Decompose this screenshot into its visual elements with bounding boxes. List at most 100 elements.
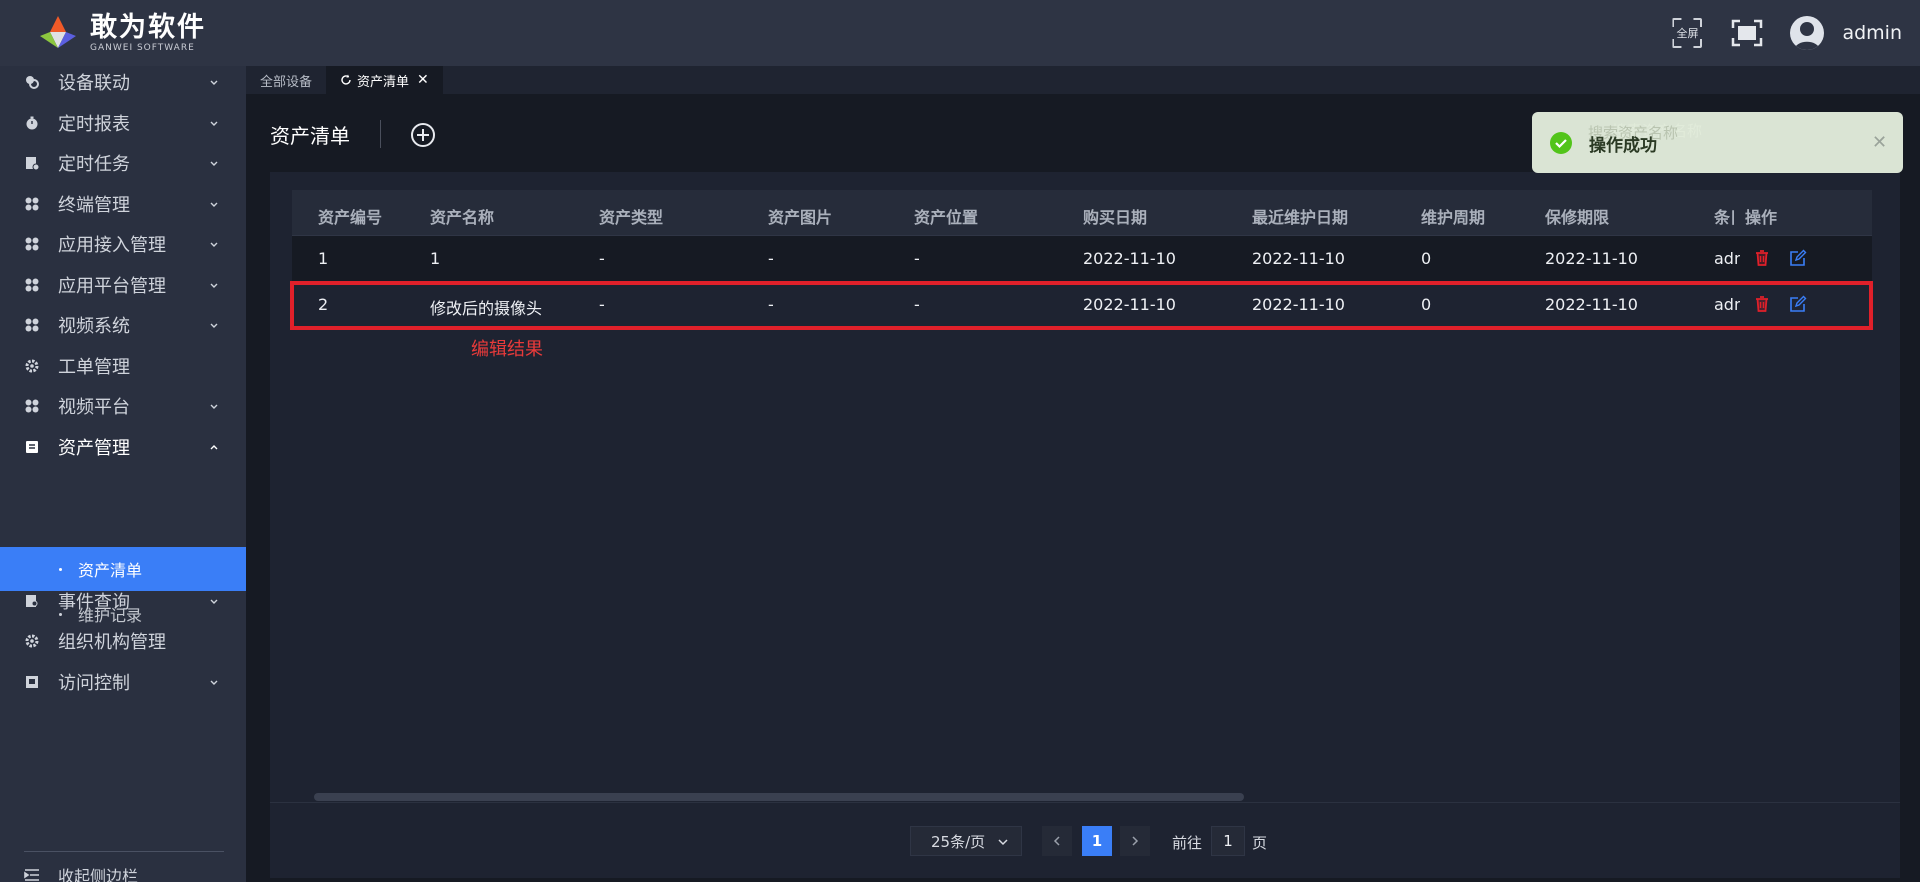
prev-page-button[interactable]: [1042, 826, 1072, 856]
chevron-down-icon: [998, 839, 1008, 846]
refresh-icon[interactable]: [340, 74, 352, 86]
brand-name-en: GANWEI SOFTWARE: [90, 43, 195, 53]
username[interactable]: admin: [1842, 22, 1902, 44]
timer-icon: [24, 115, 40, 131]
sidebar-item-label: 定时任务: [58, 154, 130, 175]
main-content: 资产清单 资产编号 资产名称 资产类型 资产图片 资产位置 购买日期 最近维护日…: [246, 94, 1920, 882]
cell-purchase-date: 2022-11-10: [1083, 295, 1176, 314]
footer-divider: [270, 802, 1900, 803]
cell-entry: admin: [1714, 295, 1740, 314]
cell-warranty: 2022-11-10: [1545, 249, 1638, 268]
gear-icon: [24, 358, 40, 374]
top-bar: 敢为软件 GANWEI SOFTWARE 全屏 admin: [0, 0, 1920, 66]
grid-icon: [24, 277, 40, 293]
chevron-down-icon: [210, 80, 218, 85]
chevron-down-icon: [210, 404, 218, 409]
edit-icon[interactable]: [1789, 295, 1807, 313]
column-header: 资产名称: [430, 208, 495, 227]
cell-entry: admin: [1714, 249, 1740, 268]
fullscreen-text-button[interactable]: 全屏: [1670, 16, 1704, 50]
toast-message: 操作成功: [1589, 136, 1657, 156]
page-size-select[interactable]: 25条/页: [910, 826, 1022, 856]
bullet-dot: [59, 612, 62, 616]
tab-bar: 全部设备 资产清单 ✕: [246, 66, 1920, 94]
cell-purchase-date: 2022-11-10: [1083, 249, 1176, 268]
bullet-dot: [59, 567, 62, 571]
sidebar-subitem-label: 资产清单: [78, 561, 143, 580]
brand-logo: 敢为软件 GANWEI SOFTWARE: [36, 12, 226, 56]
cell-asset-id: 2: [318, 295, 329, 314]
sidebar-subitem-label: 维护记录: [78, 606, 143, 625]
sidebar-item-label: 视频系统: [58, 316, 130, 337]
cell-asset-id: 1: [318, 249, 329, 268]
delete-icon[interactable]: [1753, 249, 1771, 267]
page-number[interactable]: 1: [1082, 826, 1112, 856]
page-size-value: 25条/页: [931, 832, 986, 851]
sidebar-item[interactable]: 访问控制: [0, 658, 246, 706]
close-icon[interactable]: ✕: [417, 72, 429, 88]
next-page-button[interactable]: [1120, 826, 1150, 856]
sidebar-subitem[interactable]: 维护记录: [0, 592, 246, 636]
delete-icon[interactable]: [1753, 295, 1771, 313]
cell-warranty: 2022-11-10: [1545, 295, 1638, 314]
column-header: 保修期限: [1545, 208, 1610, 227]
fullscreen-button[interactable]: [1730, 16, 1764, 50]
success-check-icon: [1550, 132, 1572, 154]
grid-icon: [24, 236, 40, 252]
tab-label: 全部设备: [260, 74, 313, 90]
cell-asset-location: -: [914, 249, 920, 268]
cell-asset-image: -: [768, 249, 774, 268]
close-icon[interactable]: ✕: [1872, 132, 1887, 153]
logo-icon: [40, 16, 76, 48]
grid-icon: [24, 196, 40, 212]
cell-maintenance-cycle: 0: [1421, 295, 1432, 314]
chevron-down-icon: [210, 323, 218, 328]
tab-asset-list[interactable]: 资产清单 ✕: [326, 66, 443, 94]
chevron-down-icon: [210, 121, 218, 126]
chevron-up-icon: [210, 445, 218, 450]
page-unit-label: 页: [1252, 834, 1268, 852]
cell-last-maintenance: 2022-11-10: [1252, 295, 1345, 314]
table-row: 2 修改后的摄像头 - - - 2022-11-10 2022-11-10 0 …: [292, 282, 1872, 328]
brand-name: 敢为软件: [90, 12, 206, 43]
chevron-down-icon: [210, 202, 218, 207]
collapse-sidebar-button[interactable]: 收起侧边栏: [0, 860, 246, 882]
tab-label: 资产清单: [357, 74, 410, 90]
goto-page-input[interactable]: [1211, 826, 1245, 856]
goto-label: 前往: [1172, 834, 1203, 852]
avatar[interactable]: [1790, 16, 1825, 50]
chevron-down-icon: [210, 283, 218, 288]
fullscreen-icon: [1732, 19, 1763, 47]
sidebar-item-label: 终端管理: [58, 195, 130, 216]
cell-last-maintenance: 2022-11-10: [1252, 249, 1345, 268]
collapse-icon: [24, 867, 40, 882]
column-header: 最近维护日期: [1252, 208, 1349, 227]
column-header: 购买日期: [1083, 208, 1148, 227]
add-asset-button[interactable]: [410, 122, 436, 148]
cell-asset-image: -: [768, 295, 774, 314]
column-header: 维护周期: [1421, 208, 1486, 227]
column-header: 资产位置: [914, 208, 979, 227]
edit-icon[interactable]: [1789, 249, 1807, 267]
chevron-down-icon: [210, 161, 218, 166]
cell-asset-name: 修改后的摄像头: [430, 299, 543, 318]
table-header: 资产编号 资产名称 资产类型 资产图片 资产位置 购买日期 最近维护日期 维护周…: [292, 190, 1872, 236]
sidebar: 设备联动 定时报表 定时任务 终端管理 应用接入管理 应用平台管理 视频系统 工单管理 视频平台…: [0, 66, 246, 882]
column-header: 资产编号: [318, 208, 383, 227]
task-icon: [24, 155, 40, 171]
column-header: 条目: [1714, 208, 1734, 227]
cell-asset-type: -: [599, 249, 605, 268]
sidebar-item-label: 定时报表: [58, 114, 130, 135]
sidebar-subitem[interactable]: 资产清单: [0, 547, 246, 591]
chevron-down-icon: [210, 680, 218, 685]
sidebar-item-label: 工单管理: [58, 357, 130, 378]
sidebar-item-label: 访问控制: [58, 673, 130, 694]
horizontal-scrollbar[interactable]: [314, 793, 1244, 801]
cell-asset-location: -: [914, 295, 920, 314]
tab-all-devices[interactable]: 全部设备: [246, 66, 326, 94]
grid-icon: [24, 317, 40, 333]
link-icon: [24, 74, 40, 90]
sidebar-item[interactable]: 资产管理: [0, 423, 246, 471]
fullscreen-text-icon: 全屏: [1672, 18, 1703, 48]
user-avatar-icon: [1794, 22, 1821, 50]
